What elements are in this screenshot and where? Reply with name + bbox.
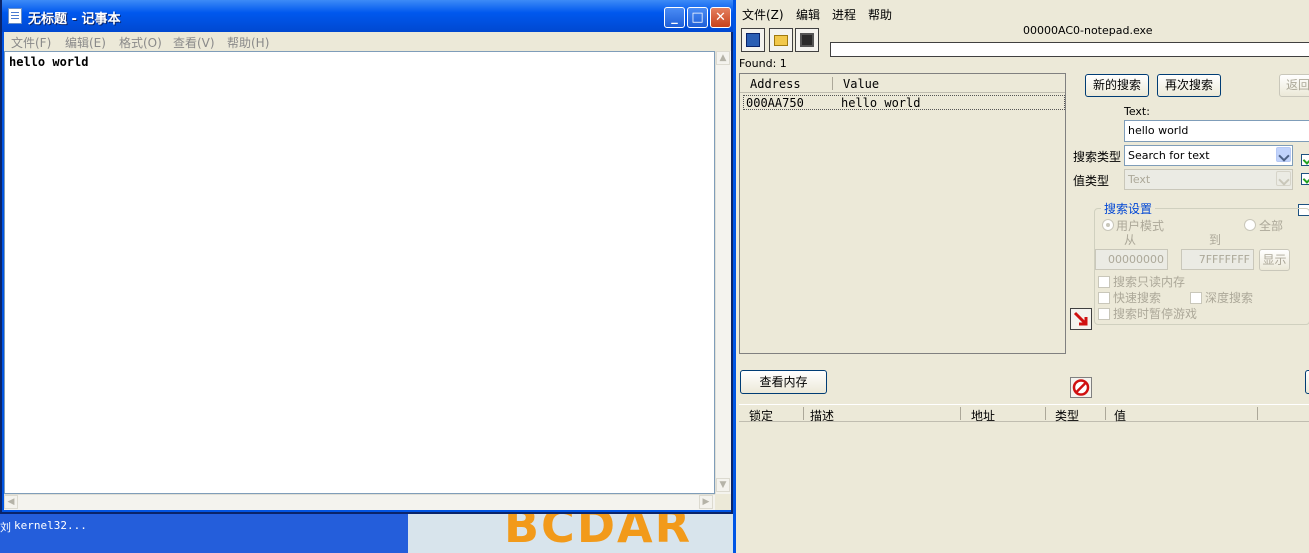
no-entry-icon [1072, 379, 1090, 396]
menu-view[interactable]: 查看(V) [173, 34, 215, 51]
scroll-left-icon[interactable]: ◀ [4, 495, 18, 509]
floppy-disk-icon [800, 33, 814, 47]
notepad-window: 无标题 - 记事本 _ □ ✕ 文件(F) 编辑(E) 格式(O) 查看(V) … [0, 0, 735, 514]
chevron-down-icon[interactable] [1276, 147, 1291, 162]
scan-type-select[interactable]: Search for text [1124, 145, 1293, 166]
fast-scan-label: 快速搜索 [1113, 291, 1162, 305]
save-button[interactable] [795, 28, 819, 52]
taskbar-prefix: 刘 [0, 521, 11, 534]
deep-scan-label: 深度搜索 [1205, 291, 1254, 305]
all-label: 全部 [1259, 219, 1284, 233]
menu-edit[interactable]: 编辑(E) [65, 34, 106, 51]
scan-type-value: Search for text [1128, 149, 1210, 162]
scan-settings-title: 搜索设置 [1101, 200, 1156, 217]
column-divider [1257, 407, 1258, 420]
all-radio[interactable] [1244, 219, 1256, 231]
fast-scan-checkbox[interactable] [1098, 292, 1110, 304]
menu-file[interactable]: 文件(F) [11, 34, 51, 51]
scroll-right-icon[interactable]: ▶ [699, 495, 713, 509]
column-divider [803, 407, 804, 420]
pause-game-label: 搜索时暂停游戏 [1113, 307, 1198, 321]
to-address-input[interactable]: 7FFFFFFF [1181, 249, 1254, 270]
col-type[interactable]: 类型 [1055, 407, 1079, 424]
scroll-down-icon[interactable]: ▼ [716, 478, 730, 492]
result-address: 000AA750 [746, 96, 804, 110]
column-divider [832, 77, 833, 90]
deep-scan-checkbox[interactable] [1190, 292, 1202, 304]
open-file-button[interactable] [769, 28, 793, 52]
text-value-input[interactable]: hello world [1124, 120, 1309, 142]
col-address[interactable]: 地址 [971, 407, 995, 424]
menu-format[interactable]: 格式(O) [119, 34, 162, 51]
computer-icon [746, 33, 760, 47]
horizontal-scrollbar[interactable]: ◀ ▶ [4, 494, 715, 510]
menu-help[interactable]: 帮助(H) [227, 34, 269, 51]
ce-menu-file[interactable]: 文件(Z) [742, 6, 802, 23]
value-type-value: Text [1128, 173, 1151, 186]
scan-type-checkbox[interactable] [1301, 154, 1309, 166]
vertical-scrollbar[interactable]: ▲ ▼ [715, 51, 731, 494]
scan-progress-bar [830, 42, 1309, 57]
result-row[interactable]: 000AA750 hello world [743, 95, 1065, 110]
cheat-engine-window: 文件(Z) 编辑 进程 帮助 00000AC0-notepad.exe Foun… [733, 0, 1309, 553]
new-scan-button[interactable]: 新的搜索 [1085, 74, 1149, 97]
value-type-select[interactable]: Text [1124, 169, 1293, 190]
value-type-label: 值类型 [1073, 174, 1110, 188]
value-type-checkbox[interactable] [1301, 173, 1309, 185]
pause-game-checkbox[interactable] [1098, 308, 1110, 320]
user-mode-radio[interactable] [1102, 219, 1114, 231]
desktop-background: BCDAR [408, 513, 733, 553]
notepad-titlebar[interactable]: 无标题 - 记事本 _ □ ✕ [2, 0, 735, 32]
col-value[interactable]: 值 [1114, 407, 1126, 424]
ce-menu-help[interactable]: 帮助 [868, 6, 908, 23]
column-divider [960, 407, 961, 420]
address-list-header: 锁定 描述 地址 类型 值 [739, 404, 1309, 424]
view-memory-button[interactable]: 查看内存 [740, 370, 827, 394]
next-scan-button[interactable]: 再次搜索 [1157, 74, 1221, 97]
add-address-button[interactable] [1305, 370, 1309, 394]
from-label: 从 [1124, 233, 1137, 247]
taskbar-area: 刘 kernel32... [0, 513, 408, 553]
readonly-checkbox[interactable] [1098, 276, 1110, 288]
show-button[interactable]: 显示 [1259, 249, 1290, 271]
notepad-icon [8, 8, 22, 24]
taskbar-item[interactable]: kernel32... [14, 519, 87, 532]
maximize-button[interactable]: □ [687, 7, 708, 28]
notepad-text-area[interactable]: hello world [4, 51, 715, 494]
scroll-up-icon[interactable]: ▲ [716, 51, 730, 65]
notepad-content: hello world [9, 55, 89, 69]
add-to-list-button[interactable] [1070, 308, 1092, 330]
folder-icon [774, 35, 788, 46]
scan-type-label: 搜索类型 [1073, 150, 1122, 164]
size-grip[interactable] [715, 494, 731, 510]
address-list[interactable] [739, 423, 1309, 553]
ce-menu-process[interactable]: 进程 [832, 6, 872, 23]
process-name: 00000AC0-notepad.exe [1023, 24, 1153, 37]
to-label: 到 [1209, 233, 1222, 247]
column-value[interactable]: Value [843, 77, 879, 91]
readonly-label: 搜索只读内存 [1113, 275, 1186, 289]
clear-list-button[interactable] [1070, 377, 1092, 398]
undo-scan-button[interactable]: 返回 [1279, 74, 1309, 97]
column-divider [1045, 407, 1046, 420]
column-divider [1105, 407, 1106, 420]
column-address[interactable]: Address [750, 77, 801, 91]
open-process-button[interactable] [741, 28, 765, 52]
chevron-down-icon[interactable] [1276, 171, 1291, 186]
col-lock[interactable]: 锁定 [749, 407, 773, 424]
notepad-menubar: 文件(F) 编辑(E) 格式(O) 查看(V) 帮助(H) [4, 32, 731, 51]
red-arrow-icon [1073, 311, 1088, 326]
col-description[interactable]: 描述 [810, 407, 834, 424]
results-list[interactable]: Address Value 000AA750 hello world [739, 73, 1066, 354]
found-count: Found: 1 [739, 57, 787, 70]
ce-menu-edit[interactable]: 编辑 [796, 6, 836, 23]
window-title: 无标题 - 记事本 [28, 12, 121, 27]
text-label: Text: [1124, 105, 1150, 118]
result-value: hello world [841, 96, 921, 110]
from-address-input[interactable]: 00000000 [1095, 249, 1168, 270]
results-header: Address Value [740, 74, 1065, 93]
desktop-logo: BCDAR [504, 513, 693, 553]
minimize-button[interactable]: _ [664, 7, 685, 28]
close-button[interactable]: ✕ [710, 7, 731, 28]
